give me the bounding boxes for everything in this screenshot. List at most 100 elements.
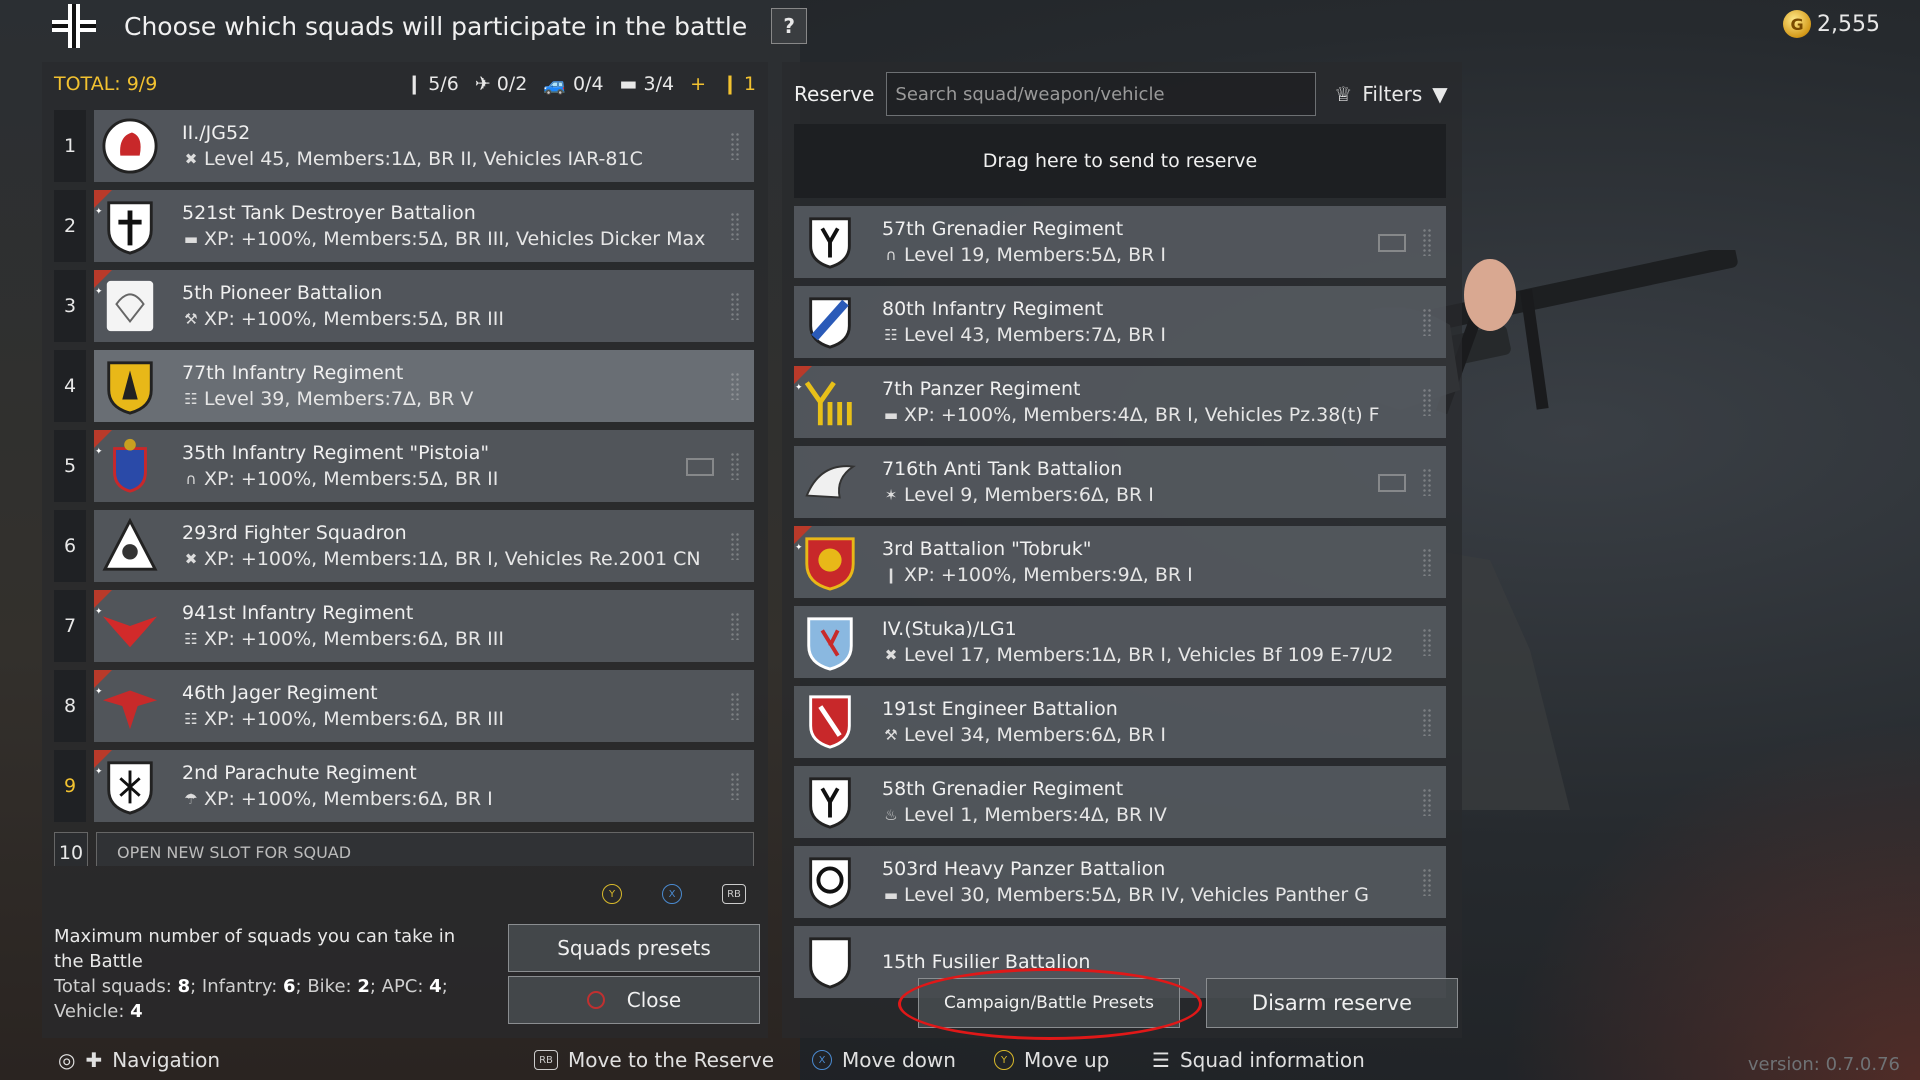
tank-icon: ▬ [883, 406, 899, 424]
reserve-squad-row[interactable]: ✦ 7th Panzer Regiment ▬ XP: +100%, Members… [794, 366, 1446, 438]
drag-handle-icon[interactable] [1422, 468, 1432, 496]
antitank-icon: ✶ [884, 486, 898, 504]
reserve-squad-row[interactable]: 716th Anti Tank Battalion ✶ Level 9, Membe… [794, 446, 1446, 518]
drag-handle-icon[interactable] [730, 212, 740, 240]
drag-handle-icon[interactable] [1422, 788, 1432, 816]
drag-handle-icon[interactable] [730, 132, 740, 160]
squad-row[interactable]: 5 ✦ 35th Infantry Regiment "Pistoia" ∩ XP… [54, 430, 754, 502]
squad-card[interactable]: 77th Infantry Regiment ☷ Level 39, Member… [94, 350, 754, 422]
drag-handle-icon[interactable] [730, 532, 740, 560]
swap-icon[interactable] [1378, 234, 1406, 252]
close-button[interactable]: Close [508, 976, 760, 1024]
rifle-icon: ❙ [406, 73, 423, 95]
squad-row[interactable]: 4 77th Infantry Regiment ☷ Level 39, Memb… [54, 350, 754, 422]
squads-presets-button[interactable]: Squads presets [508, 924, 760, 972]
squad-name: II./JG52 [182, 122, 251, 144]
parachute-icon: ☂ [184, 790, 198, 808]
drag-handle-icon[interactable] [730, 692, 740, 720]
squad-row[interactable]: 1 II./JG52 ✖ Level 45, Members:1Δ, BR II,… [54, 110, 754, 182]
squad-row[interactable]: 3 ✦ 5th Pioneer Battalion ⚒ XP: +100%, Me… [54, 270, 754, 342]
squad-info: Level 45, Members:1Δ, BR II, Vehicles IA… [204, 148, 643, 170]
squad-info: Level 17, Members:1Δ, BR I, Vehicles Bf … [904, 644, 1394, 666]
squad-emblem-icon [800, 612, 860, 672]
reserve-squad-row[interactable]: 503rd Heavy Panzer Battalion ▬ Level 30, M… [794, 846, 1446, 918]
squad-row[interactable]: 2 ✦ 521st Tank Destroyer Battalion ▬ XP: … [54, 190, 754, 262]
infantry-icon: ☷ [184, 710, 198, 728]
squad-card[interactable]: 293rd Fighter Squadron ✖ XP: +100%, Membe… [94, 510, 754, 582]
infantry-count: ❙ 5/6 [406, 73, 459, 95]
tank-icon: ▬ [883, 886, 899, 904]
squad-info: Level 34, Members:6Δ, BR I [904, 724, 1166, 746]
squad-card[interactable]: ✦ 521st Tank Destroyer Battalion ▬ XP: +1… [94, 190, 754, 262]
squad-card[interactable]: ✦ 5th Pioneer Battalion ⚒ XP: +100%, Memb… [94, 270, 754, 342]
squad-row[interactable]: 9 ✦ 2nd Parachute Regiment ☂ XP: +100%, M… [54, 750, 754, 822]
squad-row[interactable]: 6 293rd Fighter Squadron ✖ XP: +100%, Mem… [54, 510, 754, 582]
squad-row[interactable]: 7 ✦ 941st Infantry Regiment ☷ XP: +100%, … [54, 590, 754, 662]
drag-handle-icon[interactable] [730, 452, 740, 480]
radio-icon: ∩ [185, 470, 197, 488]
squad-name: 521st Tank Destroyer Battalion [182, 202, 476, 224]
wrench-icon: ⚒ [884, 726, 898, 744]
drag-handle-icon[interactable] [1422, 388, 1432, 416]
squad-card[interactable]: ✦ 941st Infantry Regiment ☷ XP: +100%, Me… [94, 590, 754, 662]
squad-name: 57th Grenadier Regiment [882, 218, 1124, 240]
aircraft-icon: ✈ [474, 73, 491, 95]
squad-row[interactable]: 8 ✦ 46th Jager Regiment ☷ XP: +100%, Memb… [54, 670, 754, 742]
infantry-icon: ☷ [184, 630, 198, 648]
squad-name: 58th Grenadier Regiment [882, 778, 1124, 800]
disarm-reserve-button[interactable]: Disarm reserve [1206, 978, 1458, 1028]
total-bar: TOTAL: 9/9 ❙ 5/6 ✈ 0/2 🚙 0/4 ▬ 3/4 + ❙ 1 [54, 70, 756, 98]
reserve-squad-row[interactable]: 58th Grenadier Regiment ♨ Level 1, Members… [794, 766, 1446, 838]
navigation-hint: ◎ ✚ Navigation [58, 1048, 221, 1072]
drag-handle-icon[interactable] [1422, 628, 1432, 656]
drag-handle-icon[interactable] [730, 772, 740, 800]
squad-card[interactable]: ✦ 35th Infantry Regiment "Pistoia" ∩ XP: … [94, 430, 754, 502]
premium-badge-icon: ✦ [94, 430, 112, 457]
drag-handle-icon[interactable] [1422, 868, 1432, 896]
squad-card[interactable]: ✦ 46th Jager Regiment ☷ XP: +100%, Member… [94, 670, 754, 742]
squad-emblem-icon [800, 692, 860, 752]
add-slot-plus: + [690, 73, 706, 95]
squad-emblem-icon [800, 292, 860, 352]
squad-card[interactable]: II./JG52 ✖ Level 45, Members:1Δ, BR II, V… [94, 110, 754, 182]
drag-handle-icon[interactable] [730, 372, 740, 400]
class-counts: ❙ 5/6 ✈ 0/2 🚙 0/4 ▬ 3/4 + ❙ 1 [406, 73, 756, 96]
reserve-squad-row[interactable]: 57th Grenadier Regiment ∩ Level 19, Member… [794, 206, 1446, 278]
squad-name: 7th Panzer Regiment [882, 378, 1081, 400]
filters-button[interactable]: ♕ Filters ▼ [1334, 82, 1447, 106]
drag-handle-icon[interactable] [1422, 548, 1432, 576]
drag-handle-icon[interactable] [730, 612, 740, 640]
reserve-toolbar: Reserve ♕ Filters ▼ [794, 70, 1462, 118]
open-slot-button[interactable]: OPEN NEW SLOT FOR SQUAD [96, 832, 754, 866]
drag-handle-icon[interactable] [1422, 708, 1432, 736]
swap-icon[interactable] [1378, 474, 1406, 492]
drag-handle-icon[interactable] [1422, 308, 1432, 336]
reserve-squad-row[interactable]: 191st Engineer Battalion ⚒ Level 34, Membe… [794, 686, 1446, 758]
premium-badge-icon: ✦ [94, 270, 112, 297]
drag-handle-icon[interactable] [730, 292, 740, 320]
squad-info: XP: +100%, Members:5Δ, BR II [204, 468, 499, 490]
drag-handle-icon[interactable] [1422, 228, 1432, 256]
squad-name: 80th Infantry Regiment [882, 298, 1104, 320]
squad-card[interactable]: ✦ 2nd Parachute Regiment ☂ XP: +100%, Mem… [94, 750, 754, 822]
squad-emblem-icon [800, 772, 860, 832]
squad-emblem-icon [800, 452, 860, 512]
help-button[interactable]: ? [771, 8, 808, 44]
move-down-hint: X Move down [812, 1048, 956, 1072]
squad-emblem-icon [100, 116, 160, 176]
search-input[interactable] [886, 72, 1317, 116]
swap-icon[interactable] [686, 458, 714, 476]
flame-icon: ♨ [884, 806, 898, 824]
move-up-hint: Y Move up [994, 1048, 1109, 1072]
highlight-annotation [898, 968, 1202, 1040]
reserve-squad-row[interactable]: IV.(Stuka)/LG1 ✖ Level 17, Members:1Δ, BR … [794, 606, 1446, 678]
squad-info: Level 9, Members:6Δ, BR I [904, 484, 1154, 506]
menu-button-icon: ☰ [1152, 1048, 1170, 1072]
b-button-icon [586, 991, 605, 1009]
gold-balance: G 2,555 [1783, 10, 1880, 38]
reserve-drop-zone[interactable]: Drag here to send to reserve [794, 124, 1446, 198]
squad-info: XP: +100%, Members:6Δ, BR I [204, 788, 493, 810]
open-slot-row[interactable]: 10 OPEN NEW SLOT FOR SQUAD [54, 832, 754, 866]
reserve-squad-row[interactable]: 80th Infantry Regiment ☷ Level 43, Members… [794, 286, 1446, 358]
reserve-squad-row[interactable]: ✦ 3rd Battalion "Tobruk" ❙ XP: +100%, Memb… [794, 526, 1446, 598]
